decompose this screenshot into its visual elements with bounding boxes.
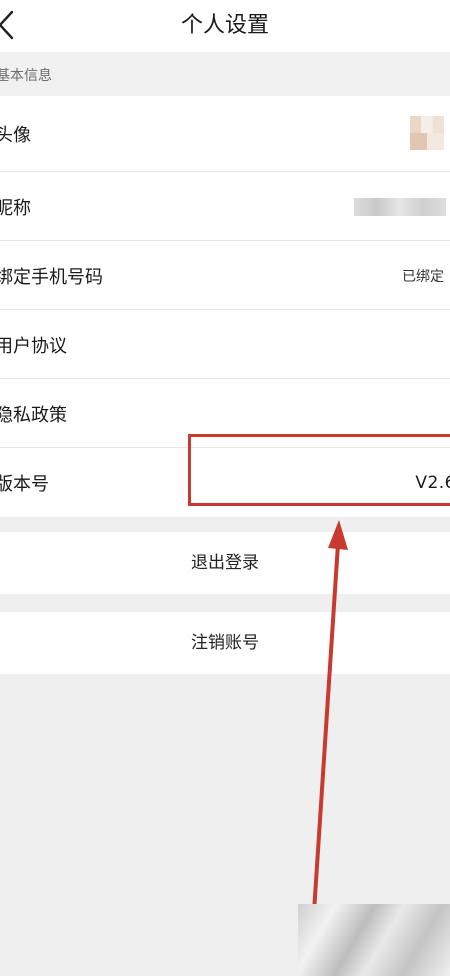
blurred-corner-patch [298,904,450,976]
phone-binding-row[interactable]: 绑定手机号码 已绑定 [0,241,450,310]
user-agreement-label: 用户协议 [0,335,67,357]
nickname-label: 昵称 [0,197,31,219]
nickname-row[interactable]: 昵称 [0,172,450,241]
avatar-label: 头像 [0,125,31,146]
nickname-value-blurred [354,198,446,216]
user-agreement-row[interactable]: 用户协议 [0,310,450,379]
top-navigation-bar: 个人设置 [0,0,450,52]
annotation-highlight-box [188,434,450,506]
version-label: 版本号 [0,473,49,495]
section-header: 基本信息 [0,52,450,96]
avatar [410,116,444,150]
logout-button[interactable]: 退出登录 [0,532,450,594]
cancel-account-button[interactable]: 注销账号 [0,612,450,674]
phone-binding-status: 已绑定 [402,268,444,285]
avatar-row[interactable]: 头像 [0,96,450,172]
privacy-policy-label: 隐私政策 [0,404,67,426]
section-title: 基本信息 [0,68,52,84]
phone-binding-label: 绑定手机号码 [0,266,103,288]
page-title: 个人设置 [180,13,269,38]
